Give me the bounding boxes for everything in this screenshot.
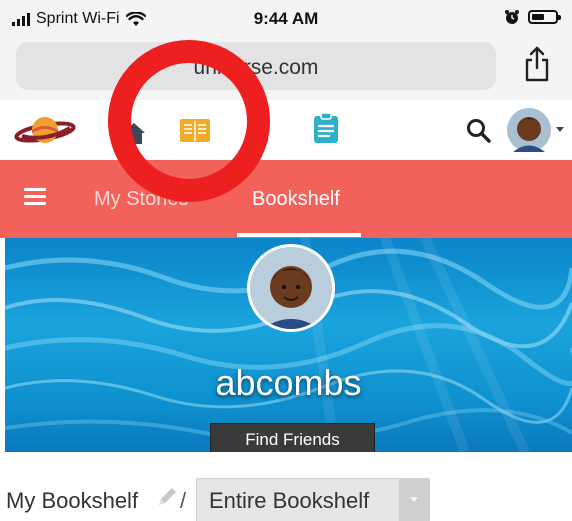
alarm-icon — [505, 10, 519, 24]
bookshelf-filter-select[interactable]: Entire Bookshelf — [196, 478, 430, 521]
avatar — [507, 108, 564, 152]
profile-username: abcombs — [215, 362, 362, 403]
bookshelf-header: My Bookshelf / Entire Bookshelf — [0, 470, 572, 521]
saturn-logo-icon[interactable] — [14, 110, 76, 150]
tab-bar: My Stories Bookshelf — [0, 160, 572, 238]
user-avatar-menu[interactable] — [506, 107, 566, 158]
status-right — [504, 9, 561, 25]
share-icon[interactable] — [520, 44, 554, 84]
battery-fill — [532, 14, 545, 20]
app-nav — [0, 100, 572, 160]
battery-icon — [528, 10, 561, 24]
browser-toolbar: universe.com — [0, 36, 572, 100]
pencil-icon[interactable] — [156, 486, 178, 508]
active-tab-indicator — [237, 233, 361, 237]
breadcrumb-separator: / — [180, 488, 187, 513]
bookshelf-filter-value: Entire Bookshelf — [209, 488, 370, 513]
clock: 9:44 AM — [253, 9, 319, 28]
profile-banner: abcombs Find Friends — [5, 238, 572, 452]
menu-icon[interactable] — [24, 188, 46, 206]
bookshelf-title: My Bookshelf — [6, 488, 139, 513]
profile-avatar — [247, 244, 335, 332]
search-icon[interactable] — [466, 118, 492, 144]
tab-bookshelf[interactable]: Bookshelf — [252, 188, 340, 211]
status-bar: Sprint Wi-Fi 9:44 AM — [0, 0, 572, 36]
chevron-down-icon — [410, 497, 418, 502]
dropdown-arrow — [399, 479, 429, 521]
clipboard-icon[interactable] — [313, 112, 339, 144]
find-friends-button[interactable]: Find Friends — [210, 423, 375, 452]
avatar — [250, 247, 332, 329]
highlight-circle — [108, 40, 270, 202]
